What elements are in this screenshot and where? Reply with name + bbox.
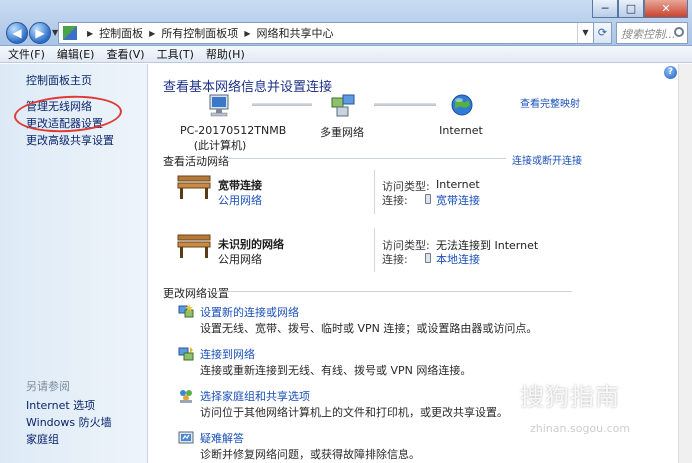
public-network-bench-icon bbox=[177, 175, 211, 199]
section-divider bbox=[216, 158, 506, 159]
menu-view[interactable]: 查看(V) bbox=[106, 46, 144, 62]
network-type-link[interactable]: 公用网络 bbox=[218, 192, 262, 208]
task-troubleshoot-link[interactable]: 疑难解答 bbox=[200, 430, 244, 446]
network-name: 未识别的网络 bbox=[218, 238, 284, 251]
help-icon[interactable]: ? bbox=[664, 66, 677, 79]
breadcrumb-separator-icon[interactable]: ▶ bbox=[87, 29, 93, 38]
task-description: 访问位于其他网络计算机上的文件和打印机，或更改共享设置。 bbox=[200, 406, 508, 419]
active-networks-heading: 查看活动网络 bbox=[163, 155, 229, 168]
map-connector-line bbox=[374, 103, 436, 106]
computer-icon[interactable] bbox=[206, 94, 232, 118]
connection-plug-icon bbox=[425, 194, 431, 204]
network-divider bbox=[374, 228, 375, 272]
connection-link[interactable]: 宽带连接 bbox=[436, 192, 480, 208]
control-panel-icon bbox=[63, 26, 77, 40]
new-connection-icon bbox=[178, 304, 194, 318]
task-description: 连接或重新连接到无线、有线、拨号或 VPN 网络连接。 bbox=[200, 364, 472, 377]
window-controls: ─ □ ✕ bbox=[592, 0, 688, 18]
homegroup-sharing-icon bbox=[180, 390, 192, 403]
connect-disconnect-link[interactable]: 连接或断开连接 bbox=[512, 152, 582, 167]
task-setup-connection-link[interactable]: 设置新的连接或网络 bbox=[200, 304, 299, 320]
breadcrumb-control-panel[interactable]: 控制面板 bbox=[99, 25, 143, 41]
see-also-homegroup[interactable]: 家庭组 bbox=[26, 431, 59, 447]
internet-globe-icon[interactable] bbox=[450, 93, 474, 117]
computer-name: PC-20170512TNMB bbox=[180, 124, 287, 137]
breadcrumb-separator-icon[interactable]: ▶ bbox=[149, 29, 155, 38]
task-connect-network-link[interactable]: 连接到网络 bbox=[200, 346, 255, 362]
breadcrumb-separator-icon[interactable]: ▶ bbox=[244, 29, 250, 38]
change-settings-heading: 更改网络设置 bbox=[163, 287, 229, 300]
troubleshoot-icon bbox=[178, 431, 194, 444]
public-network-bench-icon bbox=[177, 234, 211, 258]
multiple-networks-label: 多重网络 bbox=[320, 126, 364, 139]
breadcrumb-network-center[interactable]: 网络和共享中心 bbox=[256, 25, 333, 41]
map-connector-line bbox=[252, 103, 312, 106]
task-description: 设置无线、宽带、拨号、临时或 VPN 连接；或设置路由器或访问点。 bbox=[200, 322, 538, 335]
connection-plug-icon bbox=[425, 253, 431, 263]
menu-edit[interactable]: 编辑(E) bbox=[57, 46, 95, 62]
multiple-networks-icon[interactable] bbox=[330, 94, 356, 118]
see-also-heading: 另请参阅 bbox=[26, 380, 70, 393]
connect-to-network-icon bbox=[178, 347, 194, 361]
menu-tools[interactable]: 工具(T) bbox=[157, 46, 194, 62]
network-divider bbox=[374, 170, 375, 214]
search-input[interactable]: 搜索控制... bbox=[616, 22, 688, 44]
task-homegroup-link[interactable]: 选择家庭组和共享选项 bbox=[200, 388, 310, 404]
section-divider bbox=[216, 291, 572, 292]
connection-label: 连接: bbox=[382, 194, 408, 207]
sidebar-advanced-sharing[interactable]: 更改高级共享设置 bbox=[26, 132, 114, 148]
menu-bar: 文件(F) 编辑(E) 查看(V) 工具(T) 帮助(H) bbox=[0, 46, 692, 63]
breadcrumb-all-items[interactable]: 所有控制面板项 bbox=[161, 25, 238, 41]
minimize-button[interactable]: ─ bbox=[592, 0, 618, 18]
search-icon[interactable] bbox=[674, 27, 684, 37]
address-dropdown-icon[interactable]: ▼ bbox=[577, 23, 593, 43]
watermark-logo: 搜狗指南 bbox=[520, 383, 620, 411]
internet-label: Internet bbox=[439, 124, 483, 137]
network-type: 公用网络 bbox=[218, 253, 262, 266]
vertical-scrollbar[interactable] bbox=[678, 64, 692, 463]
address-bar[interactable]: ▶ 控制面板 ▶ 所有控制面板项 ▶ 网络和共享中心 ▼ bbox=[58, 22, 594, 44]
see-full-map-link[interactable]: 查看完整映射 bbox=[520, 95, 580, 110]
access-type-value: Internet bbox=[436, 178, 480, 191]
search-placeholder: 搜索控制... bbox=[621, 28, 676, 41]
refresh-icon[interactable]: ⟳ bbox=[594, 22, 612, 44]
watermark-url: zhinan.sogou.com bbox=[530, 422, 631, 435]
see-also-windows-firewall[interactable]: Windows 防火墙 bbox=[26, 414, 112, 430]
menu-help[interactable]: 帮助(H) bbox=[206, 46, 245, 62]
task-description: 诊断并修复网络问题，或获得故障排除信息。 bbox=[200, 448, 420, 461]
computer-sub: (此计算机) bbox=[193, 139, 247, 152]
sidebar-control-panel-home[interactable]: 控制面板主页 bbox=[26, 72, 92, 88]
see-also-internet-options[interactable]: Internet 选项 bbox=[26, 397, 95, 413]
forward-button[interactable]: ▶ bbox=[29, 22, 51, 44]
connection-link[interactable]: 本地连接 bbox=[436, 251, 480, 267]
connection-label: 连接: bbox=[382, 253, 408, 266]
menu-file[interactable]: 文件(F) bbox=[8, 46, 45, 62]
back-button[interactable]: ◀ bbox=[6, 22, 28, 44]
close-button[interactable]: ✕ bbox=[644, 0, 688, 18]
maximize-button[interactable]: □ bbox=[618, 0, 644, 18]
network-name: 宽带连接 bbox=[218, 179, 262, 192]
page-title: 查看基本网络信息并设置连接 bbox=[163, 80, 333, 95]
